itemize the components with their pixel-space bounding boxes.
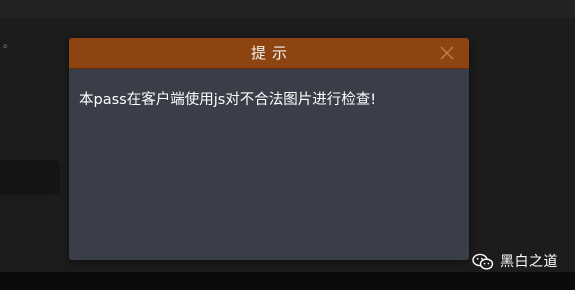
background-bottom-bar	[0, 272, 575, 290]
watermark: 黑白之道	[472, 251, 558, 273]
dialog-title: 提示	[250, 44, 293, 62]
alert-dialog: 提示 本pass在客户端使用js对不合法图片进行检查!	[69, 38, 469, 260]
background-dot: 。	[3, 37, 14, 50]
close-icon	[440, 46, 454, 60]
watermark-text: 黑白之道	[500, 254, 558, 270]
background-top-bar	[0, 0, 575, 18]
background-input-field	[0, 160, 60, 195]
dialog-header: 提示	[69, 38, 469, 69]
dialog-message: 本pass在客户端使用js对不合法图片进行检查!	[79, 92, 377, 108]
close-button[interactable]	[437, 43, 457, 63]
wechat-icon	[472, 253, 494, 270]
